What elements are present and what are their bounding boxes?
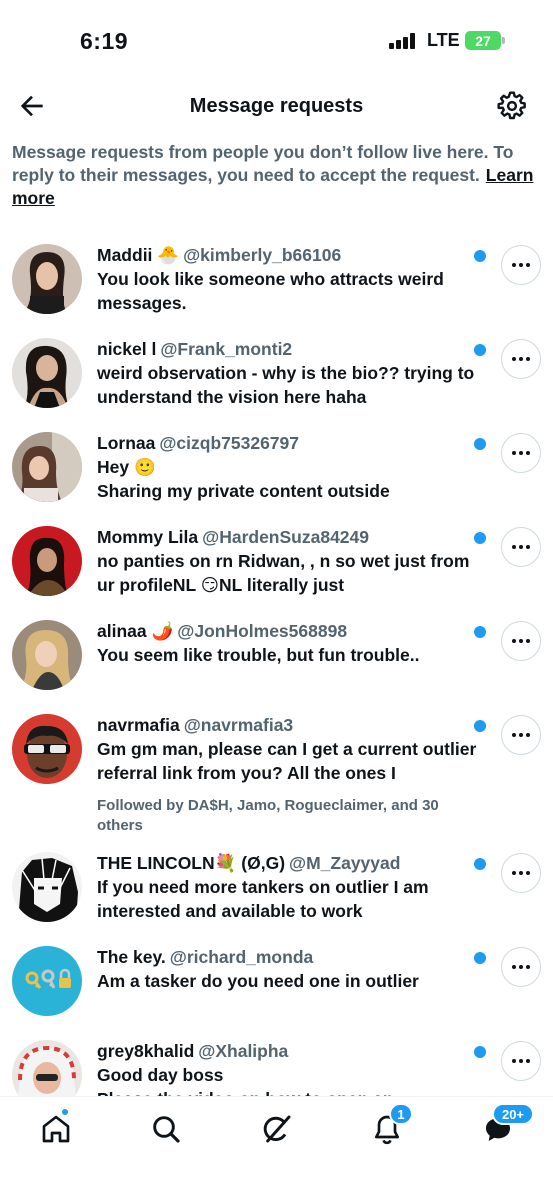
status-time: 6:19 bbox=[80, 28, 129, 54]
info-text: Message requests from people you don’t f… bbox=[12, 141, 542, 210]
sender-handle: @HardenSuza84249 bbox=[202, 527, 370, 547]
sender-handle: @M_Zayyyad bbox=[289, 853, 401, 873]
more-options-button[interactable] bbox=[501, 947, 541, 987]
sender-handle: @navrmafia3 bbox=[183, 715, 294, 735]
unread-dot bbox=[474, 626, 486, 638]
sender-name: Lornaa bbox=[97, 433, 156, 453]
avatar bbox=[12, 526, 82, 596]
search-icon bbox=[153, 1116, 180, 1143]
unread-dot bbox=[474, 1046, 486, 1058]
request-item[interactable]: nickel l @Frank_monti2 weird observation … bbox=[0, 330, 553, 424]
avatar bbox=[12, 946, 82, 1016]
unread-dot bbox=[474, 858, 486, 870]
battery-level: 27 bbox=[475, 32, 491, 49]
unread-dot bbox=[474, 720, 486, 732]
notifications-badge: 1 bbox=[389, 1103, 413, 1125]
message-preview: Good day boss Please the video on how to… bbox=[97, 1065, 394, 1096]
more-options-button[interactable] bbox=[501, 339, 541, 379]
avatar bbox=[12, 620, 82, 690]
message-preview: Am a tasker do you need one in outlier bbox=[97, 971, 419, 991]
avatar bbox=[12, 432, 82, 502]
more-options-button[interactable] bbox=[501, 245, 541, 285]
unread-dot bbox=[474, 532, 486, 544]
info-description: Message requests from people you don’t f… bbox=[12, 142, 514, 185]
message-preview: no panties on rn Ridwan, , n so wet just… bbox=[97, 551, 470, 595]
message-preview: Hey 🙂 Sharing my private content outside bbox=[97, 457, 390, 501]
avatar bbox=[12, 714, 82, 784]
network-label: LTE bbox=[427, 30, 460, 50]
message-request-list: Maddii 🐣 @kimberly_b66106 You look like s… bbox=[0, 236, 553, 1096]
sender-handle: @Frank_monti2 bbox=[160, 339, 293, 359]
page-title: Message requests bbox=[189, 95, 364, 117]
sender-name: The key. bbox=[97, 947, 166, 967]
more-options-button[interactable] bbox=[501, 1041, 541, 1081]
request-item[interactable]: Lornaa @cizqb75326797 Hey 🙂 Sharing my pr… bbox=[0, 424, 553, 518]
request-item[interactable]: Mommy Lila @HardenSuza84249 no panties on… bbox=[0, 518, 553, 612]
settings-button[interactable] bbox=[496, 90, 528, 122]
sender-name: THE LINCOLN💐 (Ø,G) bbox=[97, 853, 286, 873]
sender-name: navrmafia bbox=[97, 715, 180, 735]
nav-search[interactable] bbox=[146, 1109, 186, 1149]
unread-dot bbox=[474, 250, 486, 262]
sender-handle: @cizqb75326797 bbox=[159, 433, 300, 453]
more-options-button[interactable] bbox=[501, 527, 541, 567]
avatar bbox=[12, 1040, 82, 1096]
message-preview: weird observation - why is the bio?? try… bbox=[97, 363, 475, 407]
sender-handle: @Xhalipha bbox=[198, 1041, 289, 1061]
bottom-nav: 1 20+ bbox=[0, 1096, 553, 1200]
gear-icon bbox=[497, 91, 526, 120]
followed-by-text: Followed by DA$H, Jamo, Rogueclaimer, an… bbox=[97, 797, 439, 834]
message-preview: You seem like trouble, but fun trouble.. bbox=[97, 645, 420, 665]
avatar bbox=[12, 338, 82, 408]
nav-notifications[interactable]: 1 bbox=[367, 1103, 413, 1149]
battery-icon: 27 bbox=[465, 31, 505, 50]
nav-home[interactable] bbox=[36, 1107, 76, 1149]
new-posts-dot bbox=[60, 1107, 70, 1117]
more-options-button[interactable] bbox=[501, 853, 541, 893]
request-item[interactable]: grey8khalid@Xhalipha Good day boss Pleas… bbox=[0, 1032, 553, 1096]
sender-name: nickel l bbox=[97, 339, 157, 359]
message-preview: If you need more tankers on outlier I am… bbox=[97, 877, 429, 921]
avatar bbox=[12, 852, 82, 922]
sender-handle: @richard_monda bbox=[169, 947, 314, 967]
status-bar: 6:19 LTE 27 bbox=[0, 0, 553, 80]
header: Message requests bbox=[0, 82, 553, 132]
request-item[interactable]: alinaa 🌶️ @JonHolmes568898 You seem like … bbox=[0, 612, 553, 706]
more-options-button[interactable] bbox=[501, 715, 541, 755]
request-item[interactable]: Maddii 🐣 @kimberly_b66106 You look like s… bbox=[0, 236, 553, 330]
unread-dot bbox=[474, 952, 486, 964]
message-preview: You look like someone who attracts weird… bbox=[97, 269, 444, 313]
sender-name: Maddii 🐣 bbox=[97, 245, 180, 265]
sender-handle: @JonHolmes568898 bbox=[177, 621, 348, 641]
messages-badge: 20+ bbox=[492, 1103, 534, 1125]
request-item[interactable]: navrmafia @navrmafia3 Gm gm man, please c… bbox=[0, 706, 553, 844]
request-item[interactable]: The key. @richard_monda Am a tasker do yo… bbox=[0, 938, 553, 1032]
sender-name: grey8khalid bbox=[97, 1041, 195, 1061]
more-options-button[interactable] bbox=[501, 621, 541, 661]
avatar bbox=[12, 244, 82, 314]
sender-name: Mommy Lila bbox=[97, 527, 199, 547]
more-options-button[interactable] bbox=[501, 433, 541, 473]
nav-grok[interactable] bbox=[257, 1109, 297, 1149]
grok-icon bbox=[263, 1115, 291, 1143]
signal-icon bbox=[389, 33, 419, 49]
unread-dot bbox=[474, 438, 486, 450]
unread-dot bbox=[474, 344, 486, 356]
request-item[interactable]: THE LINCOLN💐 (Ø,G) @M_Zayyyad If you need… bbox=[0, 844, 553, 938]
sender-handle: @kimberly_b66106 bbox=[183, 245, 342, 265]
sender-name: alinaa 🌶️ bbox=[97, 621, 174, 641]
message-preview: Gm gm man, please can I get a current ou… bbox=[97, 739, 477, 783]
nav-messages[interactable]: 20+ bbox=[478, 1103, 534, 1149]
home-icon bbox=[42, 1115, 70, 1143]
